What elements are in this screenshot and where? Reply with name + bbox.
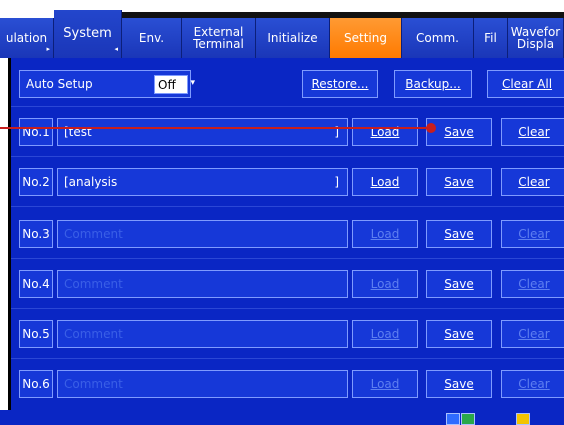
load-button[interactable]: Load xyxy=(352,118,418,146)
tab-bar: ulation ▸ System ◂ Env. External Termina… xyxy=(0,0,564,62)
save-button[interactable]: Save xyxy=(426,270,492,298)
load-button[interactable]: Load xyxy=(352,168,418,196)
auto-setup-select[interactable]: Off ▾ xyxy=(154,75,195,94)
clear-all-button[interactable]: Clear All xyxy=(487,70,564,98)
save-button[interactable]: Save xyxy=(426,320,492,348)
callout-pointer xyxy=(426,123,436,133)
tab-marker-icon: ◂ xyxy=(114,45,118,53)
clear-button: Clear xyxy=(501,270,564,298)
clear-button[interactable]: Clear xyxy=(501,168,564,196)
save-button[interactable]: Save xyxy=(426,168,492,196)
comment-field[interactable]: Comment xyxy=(57,320,348,348)
tab-env[interactable]: Env. xyxy=(122,18,182,58)
save-button[interactable]: Save xyxy=(426,370,492,398)
load-button: Load xyxy=(352,320,418,348)
save-button[interactable]: Save xyxy=(426,118,492,146)
comment-field[interactable]: [analysis] xyxy=(57,168,348,196)
divider xyxy=(11,106,564,107)
divider xyxy=(11,156,564,157)
divider xyxy=(11,308,564,309)
tab-waveform-display[interactable]: Wavefor Displa xyxy=(508,18,564,58)
tab-comm[interactable]: Comm. xyxy=(402,18,474,58)
slot-number: No.4 xyxy=(19,270,53,298)
divider xyxy=(11,258,564,259)
slot-number: No.1 xyxy=(19,118,53,146)
status-indicator-icon xyxy=(516,413,530,425)
tab-marker-icon: ▸ xyxy=(46,45,50,53)
status-indicator-icon xyxy=(446,413,460,425)
slot-number: No.5 xyxy=(19,320,53,348)
tab-setting[interactable]: Setting xyxy=(330,18,402,58)
slot-number: No.6 xyxy=(19,370,53,398)
clear-button[interactable]: Clear xyxy=(501,118,564,146)
divider xyxy=(11,206,564,207)
load-button: Load xyxy=(352,370,418,398)
save-button[interactable]: Save xyxy=(426,220,492,248)
status-bar xyxy=(0,410,564,425)
clear-button: Clear xyxy=(501,220,564,248)
tab-simulation[interactable]: ulation ▸ xyxy=(0,18,54,58)
clear-button: Clear xyxy=(501,320,564,348)
tab-file[interactable]: Fil xyxy=(474,18,508,58)
comment-field[interactable]: Comment xyxy=(57,220,348,248)
comment-field[interactable]: [test] xyxy=(57,118,348,146)
chevron-down-icon: ▾ xyxy=(190,78,195,88)
load-button: Load xyxy=(352,220,418,248)
slot-number: No.3 xyxy=(19,220,53,248)
restore-button[interactable]: Restore... xyxy=(302,70,378,98)
tab-external-terminal[interactable]: External Terminal xyxy=(182,18,256,58)
status-indicator-icon xyxy=(461,413,475,425)
slot-number: No.2 xyxy=(19,168,53,196)
setting-panel: Auto Setup Off ▾ Restore... Backup... Cl… xyxy=(8,58,564,425)
backup-button[interactable]: Backup... xyxy=(394,70,472,98)
load-button: Load xyxy=(352,270,418,298)
callout-line xyxy=(0,127,432,129)
clear-button: Clear xyxy=(501,370,564,398)
tab-system[interactable]: System ◂ xyxy=(54,10,122,58)
divider xyxy=(11,358,564,359)
comment-field[interactable]: Comment xyxy=(57,270,348,298)
comment-field[interactable]: Comment xyxy=(57,370,348,398)
tab-initialize[interactable]: Initialize xyxy=(256,18,330,58)
